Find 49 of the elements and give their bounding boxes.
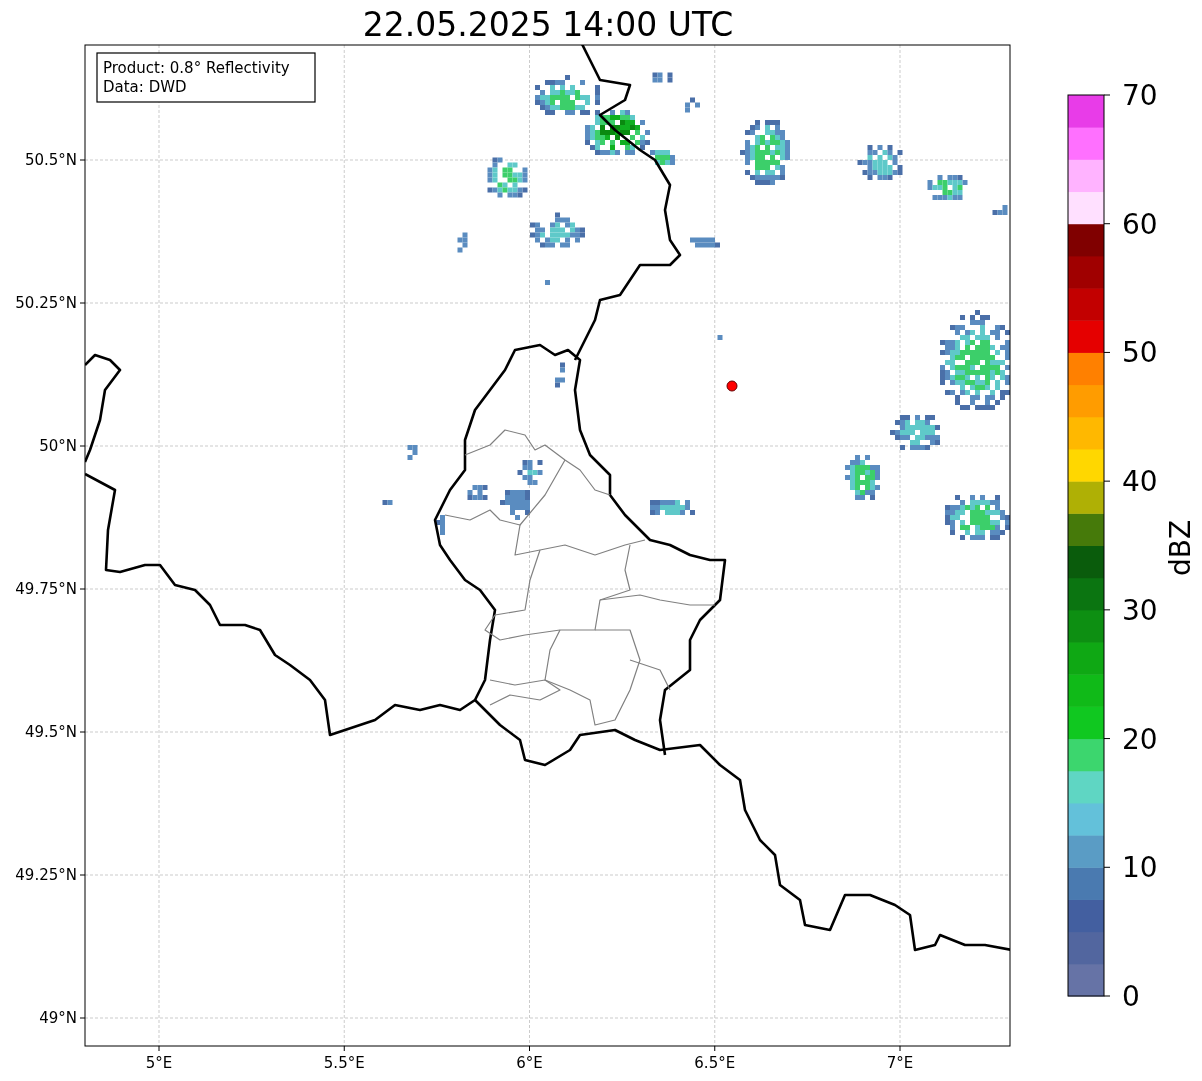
rain-echo <box>890 415 940 450</box>
colorbar-tick-label: 0 <box>1122 980 1140 1013</box>
rain-echo <box>435 515 445 535</box>
latitude-label: 49.75°N <box>15 580 77 598</box>
colorbar-tick-label: 60 <box>1122 207 1158 241</box>
rain-echo <box>717 335 723 340</box>
plot-title: 22.05.2025 14:00 UTC <box>362 5 734 44</box>
longitude-label: 5°E <box>145 1054 173 1072</box>
rain-echo <box>555 362 565 388</box>
rain-echo <box>467 485 488 500</box>
rain-echo <box>517 460 543 485</box>
latitude-label: 50.25°N <box>15 294 77 312</box>
info-text: Product: 0.8° Reflectivity <box>103 59 290 77</box>
latitude-label: 49.25°N <box>15 866 77 884</box>
rain-echo <box>650 500 695 515</box>
rain-echo <box>487 157 528 198</box>
rain-echo <box>382 500 393 505</box>
rain-echo <box>652 72 673 83</box>
rain-echo <box>740 120 790 185</box>
latitude-label: 50.5°N <box>24 151 77 169</box>
colorbar-tick-label: 50 <box>1122 336 1158 370</box>
radar-site-marker <box>726 380 738 392</box>
rain-echo <box>927 175 968 200</box>
rain-echo <box>530 212 585 248</box>
longitude-label: 6.5°E <box>694 1054 736 1072</box>
longitude-label: 5.5°E <box>323 1054 365 1072</box>
rain-echo <box>457 232 468 253</box>
rain-echo <box>857 145 903 180</box>
longitude-label: 6°E <box>516 1054 543 1072</box>
rain-echo <box>685 97 700 113</box>
rain-echo <box>845 455 880 500</box>
latitude-label: 49.5°N <box>24 723 77 741</box>
colorbar-tick-label: 10 <box>1122 851 1158 885</box>
colorbar-tick-label: 20 <box>1122 722 1158 756</box>
longitude-label: 7°E <box>886 1054 914 1072</box>
rain-echo <box>535 75 600 115</box>
info-text: Data: DWD <box>103 78 187 96</box>
rain-echo <box>945 495 1010 540</box>
rain-echo <box>500 490 530 520</box>
colorbar-tick-label: 30 <box>1122 593 1158 627</box>
colorbar-tick-label: 40 <box>1122 465 1158 499</box>
latitude-label: 49°N <box>39 1009 77 1027</box>
rain-echo <box>407 445 418 460</box>
colorbar-label: dBZ <box>1164 519 1197 577</box>
colorbar-tick-label: 70 <box>1122 79 1158 112</box>
latitude-label: 50°N <box>39 437 77 455</box>
rain-echo <box>545 280 550 285</box>
rain-echo <box>690 237 720 248</box>
rain-echo <box>992 205 1008 215</box>
